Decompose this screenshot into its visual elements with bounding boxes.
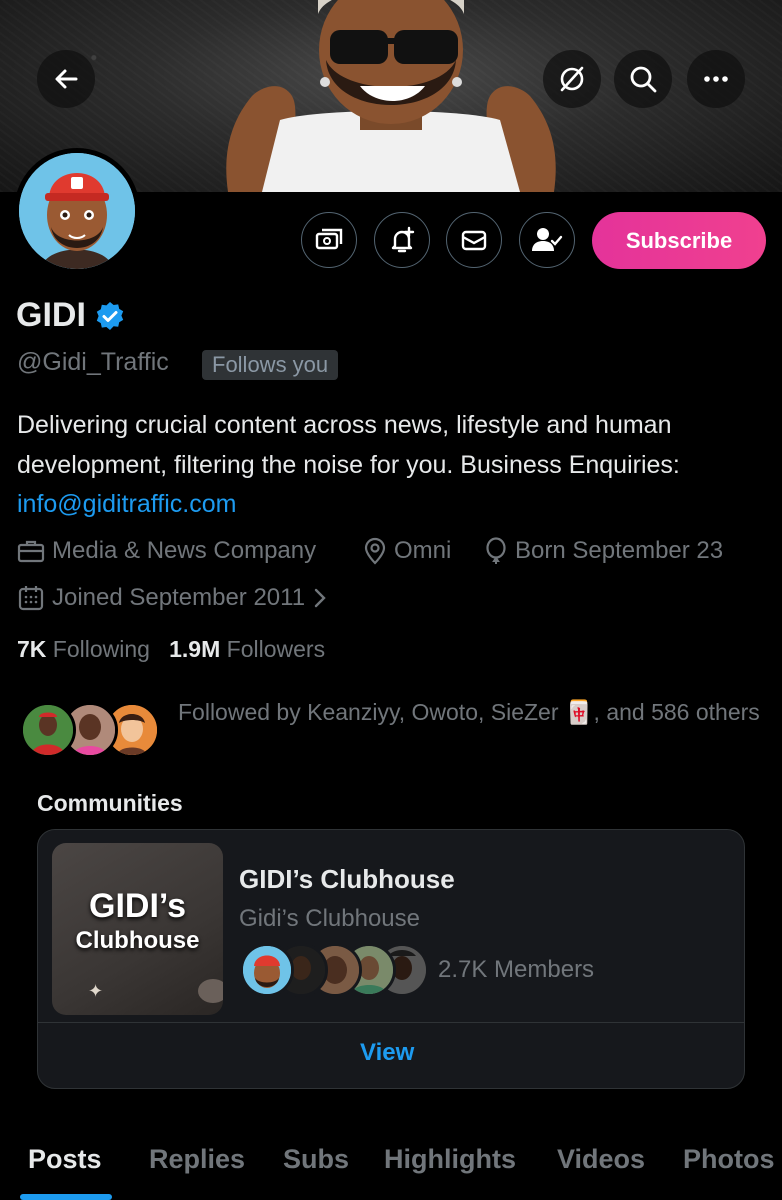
category-text: Media & News Company xyxy=(52,537,317,564)
balloon-icon xyxy=(484,537,508,565)
following-button[interactable] xyxy=(519,212,575,268)
heart-shape-icon xyxy=(198,979,223,1003)
following-user-check-icon xyxy=(531,225,563,255)
subscribe-button[interactable]: Subscribe xyxy=(592,212,766,269)
briefcase-icon xyxy=(17,538,45,564)
tab-replies[interactable]: Replies xyxy=(149,1144,245,1175)
community-subtitle: Gidi’s Clubhouse xyxy=(239,905,420,932)
community-thumbnail: GIDI’s Clubhouse ✦ xyxy=(52,843,223,1015)
bio-text: Delivering crucial content across news, … xyxy=(17,411,680,479)
chevron-right-icon xyxy=(312,586,328,610)
tab-subs[interactable]: Subs xyxy=(283,1144,349,1175)
sparkle-icon: ✦ xyxy=(88,981,104,1001)
active-tab-indicator xyxy=(20,1194,112,1200)
following-label: Following xyxy=(52,636,150,662)
grok-button[interactable] xyxy=(543,50,601,108)
member-avatar xyxy=(240,943,294,997)
profile-handle: @Gidi_Traffic xyxy=(17,348,169,376)
tab-posts[interactable]: Posts xyxy=(28,1144,102,1175)
profile-bio: Delivering crucial content across news, … xyxy=(17,406,767,525)
calendar-icon xyxy=(17,584,45,612)
community-members-count: 2.7K Members xyxy=(438,956,595,983)
followers-link[interactable]: 1.9M Followers xyxy=(169,636,325,662)
message-button[interactable] xyxy=(446,212,502,268)
mail-icon xyxy=(459,225,489,255)
profile-category: Media & News Company xyxy=(17,537,316,565)
followers-label: Followers xyxy=(226,636,326,662)
tab-videos[interactable]: Videos xyxy=(557,1144,645,1175)
bio-email-link[interactable]: info@giditraffic.com xyxy=(17,490,236,518)
profile-location: Omni xyxy=(363,537,451,565)
avatar-image xyxy=(19,153,135,269)
community-thumb-line2: Clubhouse xyxy=(75,927,200,954)
community-card-divider xyxy=(38,1022,744,1023)
subscription-icon xyxy=(314,225,344,255)
search-icon xyxy=(628,64,658,94)
birthday-text: Born September 23 xyxy=(515,537,724,564)
more-options-button[interactable] xyxy=(687,50,745,108)
community-view-button[interactable]: View xyxy=(360,1039,414,1067)
search-button[interactable] xyxy=(614,50,672,108)
follows-you-badge: Follows you xyxy=(202,350,339,380)
back-button[interactable] xyxy=(37,50,95,108)
arrow-left-icon xyxy=(52,65,80,93)
tab-highlights[interactable]: Highlights xyxy=(384,1144,516,1175)
joined-text: Joined September 2011 xyxy=(52,584,306,611)
location-text: Omni xyxy=(394,537,452,564)
community-title[interactable]: GIDI’s Clubhouse xyxy=(239,864,455,895)
follower-avatar[interactable] xyxy=(20,702,76,758)
community-thumb-line1: GIDI’s xyxy=(89,887,186,925)
location-pin-icon xyxy=(363,537,387,565)
tab-photos[interactable]: Photos xyxy=(683,1144,775,1175)
profile-name: GIDI xyxy=(16,296,86,334)
slash-circle-icon xyxy=(557,64,587,94)
following-count: 7K xyxy=(17,636,47,662)
communities-heading: Communities xyxy=(37,790,183,816)
follow-stats: 7K Following 1.9M Followers xyxy=(17,636,325,663)
verified-badge-icon[interactable] xyxy=(94,300,126,332)
followed-by-text[interactable]: Followed by Keanziyy, Owoto, SieZer 🀄, a… xyxy=(178,694,768,730)
more-horizontal-icon xyxy=(701,64,731,94)
notifications-button[interactable] xyxy=(374,212,430,268)
subscription-button[interactable] xyxy=(301,212,357,268)
notification-bell-plus-icon xyxy=(387,225,417,255)
profile-birthday: Born September 23 xyxy=(484,537,723,565)
followers-count: 1.9M xyxy=(169,636,221,662)
profile-name-row: GIDI xyxy=(16,296,126,335)
profile-joined[interactable]: Joined September 2011 xyxy=(17,584,328,612)
following-link[interactable]: 7K Following xyxy=(17,636,150,662)
profile-avatar[interactable] xyxy=(14,148,140,274)
